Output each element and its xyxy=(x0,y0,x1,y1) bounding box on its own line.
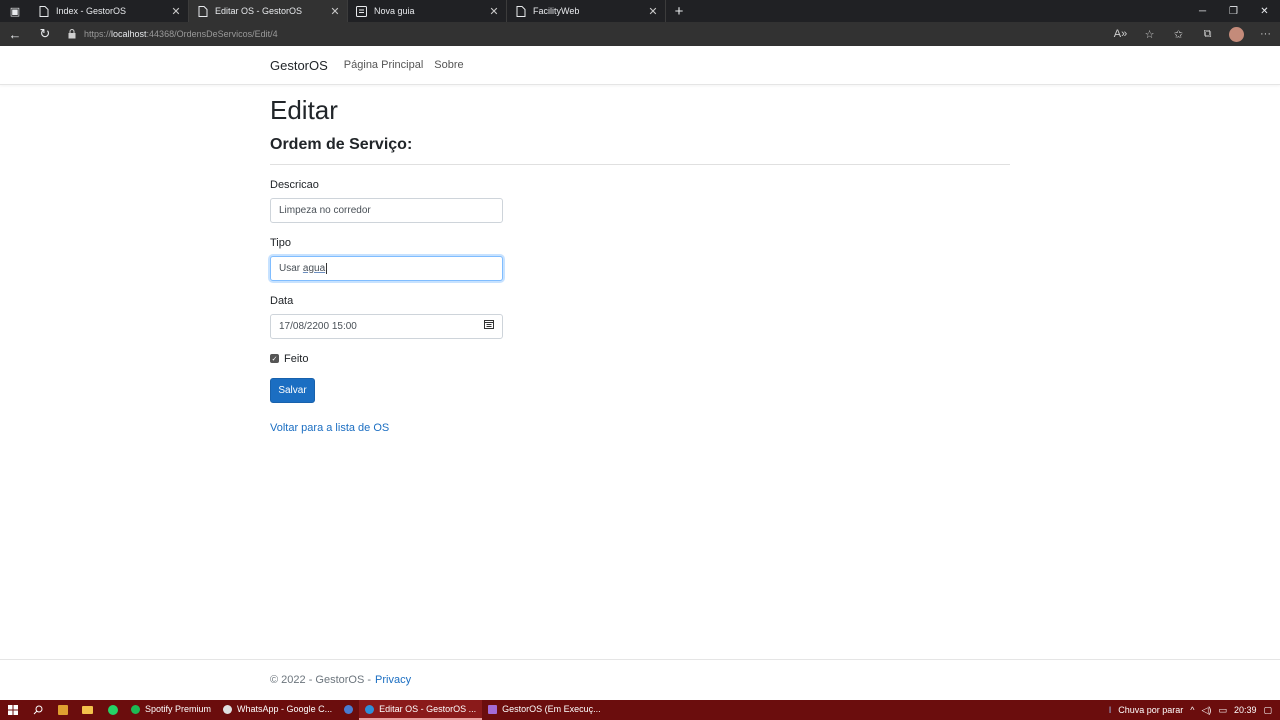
window-controls: ─ ❐ ✕ xyxy=(1187,0,1280,22)
url-host: localhost xyxy=(111,29,147,39)
spotify-icon xyxy=(131,704,140,714)
refresh-icon[interactable]: ↻ xyxy=(30,22,60,46)
notification-icon[interactable]: ▢ xyxy=(1263,705,1272,716)
descricao-label: Descricao xyxy=(270,178,319,191)
restore-icon[interactable]: ❐ xyxy=(1218,0,1249,22)
tab-title: Editar OS - GestorOS xyxy=(215,6,303,16)
tipo-value: Usar xyxy=(279,262,303,274)
profile-avatar[interactable] xyxy=(1229,26,1244,42)
minimize-icon[interactable]: ─ xyxy=(1187,0,1218,22)
taskbar-app-edge[interactable]: Editar OS - GestorOS ... xyxy=(359,700,483,720)
page-subtitle: Ordem de Serviço: xyxy=(270,135,413,153)
volume-icon[interactable]: ◁) xyxy=(1202,705,1212,716)
whatsapp-icon[interactable] xyxy=(100,700,125,720)
visual-studio-icon xyxy=(488,704,498,714)
collections-icon[interactable]: ⧉ xyxy=(1193,28,1222,41)
taskbar-app-label: WhatsApp - Google C... xyxy=(237,704,333,714)
data-value: 17/08/2200 15:00 xyxy=(279,320,357,332)
descricao-input[interactable]: Limpeza no corredor xyxy=(270,197,503,223)
newtab-page-icon xyxy=(356,5,367,17)
lock-icon[interactable] xyxy=(60,29,84,39)
page-icon xyxy=(515,5,526,17)
search-icon[interactable] xyxy=(25,700,50,720)
data-group: Data 17/08/2200 15:00 xyxy=(270,295,1010,339)
more-menu-icon[interactable]: ··· xyxy=(1251,28,1280,40)
back-arrow-icon[interactable]: ← xyxy=(0,22,30,46)
tipo-label: Tipo xyxy=(270,236,291,249)
add-favorite-icon[interactable]: ☆ xyxy=(1135,28,1164,41)
taskbar-app-unknown[interactable] xyxy=(338,700,359,720)
feito-label[interactable]: Feito xyxy=(284,353,308,365)
new-tab-icon[interactable]: + xyxy=(666,0,692,22)
task-view-icon[interactable] xyxy=(50,700,75,720)
site-navbar: GestorOS Página Principal Sobre xyxy=(0,46,1280,85)
tipo-group: Tipo Usar agua xyxy=(270,237,1010,281)
text-caret xyxy=(326,262,328,274)
nav-link-pagina-principal[interactable]: Página Principal xyxy=(344,59,424,71)
url-prefix: https:// xyxy=(84,29,112,39)
network-icon[interactable]: ▭ xyxy=(1218,705,1227,716)
nav-link-sobre[interactable]: Sobre xyxy=(434,59,463,71)
page-icon xyxy=(38,5,49,17)
site-brand[interactable]: GestorOS xyxy=(270,58,328,73)
tab-actions-icon[interactable]: ▣ xyxy=(0,0,30,22)
taskbar-app-spotify[interactable]: Spotify Premium xyxy=(125,700,217,720)
tab-nova-guia[interactable]: Nova guia ✕ xyxy=(348,0,507,22)
edge-icon xyxy=(365,704,375,714)
tab-title: Nova guia xyxy=(374,6,415,16)
url-field[interactable]: https://localhost:44368/OrdensDeServicos… xyxy=(84,29,278,39)
weather-text[interactable]: Chuva por parar xyxy=(1118,705,1183,715)
tipo-input[interactable]: Usar agua xyxy=(270,255,503,281)
descricao-value: Limpeza no corredor xyxy=(279,204,371,216)
privacy-link[interactable]: Privacy xyxy=(375,674,411,686)
tab-facilityweb[interactable]: FacilityWeb ✕ xyxy=(507,0,666,22)
main-content: Editar Ordem de Serviço: Descricao Limpe… xyxy=(270,96,1010,434)
taskbar-app-label: GestorOS (Em Execuç... xyxy=(502,704,601,714)
tab-title: Index - GestorOS xyxy=(56,6,127,16)
data-input[interactable]: 17/08/2200 15:00 xyxy=(270,313,503,339)
save-button[interactable]: Salvar xyxy=(270,377,315,403)
close-icon[interactable]: ✕ xyxy=(488,5,500,18)
data-label: Data xyxy=(270,294,294,307)
system-tray: ǀ Chuva por parar ^ ◁) ▭ 20:39 ▢ xyxy=(1109,700,1280,720)
web-page: GestorOS Página Principal Sobre Editar O… xyxy=(0,46,1280,700)
browser-tab-strip: ▣ Index - GestorOS ✕ Editar OS - GestorO… xyxy=(0,0,1280,22)
address-bar-actions: A» ☆ ✩ ⧉ ··· xyxy=(1106,22,1280,46)
taskbar-app-label: Editar OS - GestorOS ... xyxy=(379,704,477,714)
weather-rain-icon[interactable]: ǀ xyxy=(1109,705,1111,715)
taskbar-app-chrome-whatsapp[interactable]: WhatsApp - Google C... xyxy=(217,700,338,720)
feito-checkbox[interactable]: ✓ xyxy=(270,354,279,364)
tab-editar-os[interactable]: Editar OS - GestorOS ✕ xyxy=(189,0,348,22)
url-path: :44368/OrdensDeServicos/Edit/4 xyxy=(146,29,278,39)
windows-start-icon[interactable] xyxy=(0,700,25,720)
read-aloud-icon[interactable]: A» xyxy=(1106,28,1135,40)
footer-copyright: © 2022 - GestorOS - xyxy=(270,674,372,686)
address-bar: ← ↻ https://localhost:44368/OrdensDeServ… xyxy=(0,22,1280,46)
site-footer: © 2022 - GestorOS - Privacy xyxy=(0,659,1280,700)
taskbar-app-visual-studio[interactable]: GestorOS (Em Execuç... xyxy=(482,700,607,720)
favorites-icon[interactable]: ✩ xyxy=(1164,28,1193,41)
close-window-icon[interactable]: ✕ xyxy=(1249,0,1280,22)
descricao-group: Descricao Limpeza no corredor xyxy=(270,179,1010,223)
page-icon xyxy=(197,5,208,17)
close-icon[interactable]: ✕ xyxy=(329,5,341,18)
back-to-list-link[interactable]: Voltar para a lista de OS xyxy=(270,422,1010,434)
os-taskbar: Spotify Premium WhatsApp - Google C... E… xyxy=(0,700,1280,720)
divider xyxy=(270,163,1010,165)
close-icon[interactable]: ✕ xyxy=(647,5,659,18)
page-title: Editar xyxy=(270,95,338,125)
tab-index[interactable]: Index - GestorOS ✕ xyxy=(30,0,189,22)
clock[interactable]: 20:39 xyxy=(1234,705,1257,715)
chevron-up-icon[interactable]: ^ xyxy=(1190,705,1194,715)
calendar-icon[interactable] xyxy=(484,320,494,332)
taskbar-app-label: Spotify Premium xyxy=(145,704,212,714)
close-icon[interactable]: ✕ xyxy=(170,5,182,18)
feito-group: ✓ Feito xyxy=(270,353,1010,365)
tab-title: FacilityWeb xyxy=(533,6,580,16)
tipo-value-spellcheck: agua xyxy=(302,262,326,274)
chrome-icon xyxy=(223,704,233,714)
app-icon xyxy=(344,704,354,714)
file-explorer-icon[interactable] xyxy=(75,700,100,720)
